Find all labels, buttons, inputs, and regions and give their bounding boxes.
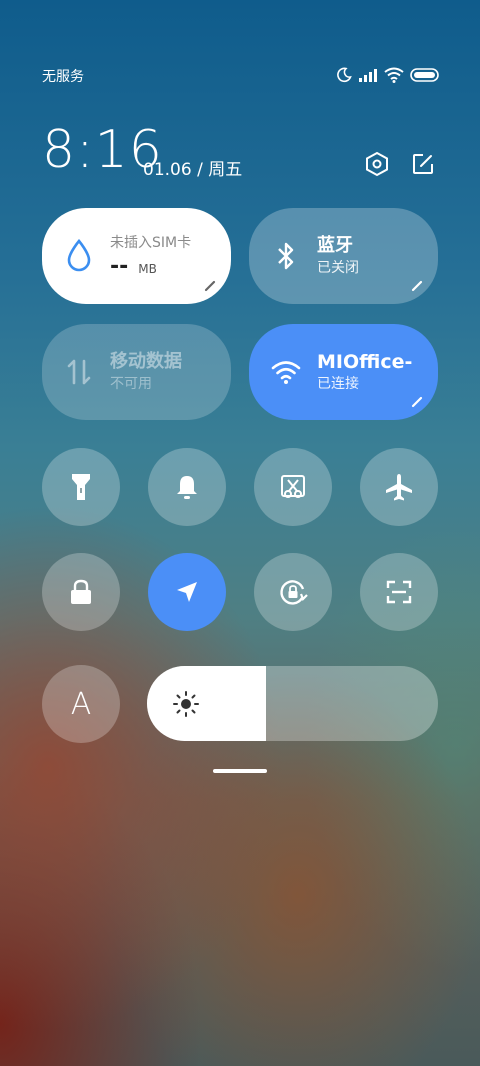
data-arrows-icon bbox=[64, 357, 94, 387]
lock-icon bbox=[71, 579, 91, 604]
flashlight-icon bbox=[72, 474, 90, 500]
scanner-toggle[interactable] bbox=[360, 553, 438, 631]
signal-icon bbox=[359, 69, 377, 82]
bluetooth-title: 蓝牙 bbox=[317, 235, 353, 256]
data-usage-value: -- bbox=[110, 254, 129, 279]
edit-icon bbox=[413, 154, 433, 174]
brightness-slider[interactable] bbox=[147, 666, 438, 741]
screenshot-icon bbox=[281, 475, 305, 498]
pencil-icon bbox=[411, 396, 423, 408]
mobile-data-status: 不可用 bbox=[110, 376, 152, 392]
settings-button[interactable] bbox=[363, 150, 391, 178]
silent-toggle[interactable] bbox=[148, 448, 226, 526]
mobile-data-title: 移动数据 bbox=[110, 351, 182, 372]
water-drop-icon bbox=[64, 239, 94, 272]
bluetooth-status: 已关闭 bbox=[317, 260, 359, 276]
bell-icon bbox=[177, 476, 197, 499]
rotation-lock-icon bbox=[280, 580, 308, 605]
lock-screen-toggle[interactable] bbox=[42, 553, 120, 631]
moon-icon bbox=[337, 67, 352, 83]
auto-brightness-button[interactable]: A bbox=[42, 665, 120, 743]
flashlight-toggle[interactable] bbox=[42, 448, 120, 526]
edit-panel-button[interactable] bbox=[409, 150, 437, 178]
location-icon bbox=[177, 582, 197, 602]
airplane-toggle[interactable] bbox=[360, 448, 438, 526]
carrier-status: 无服务 bbox=[42, 69, 84, 85]
wifi-status-icon bbox=[384, 67, 404, 83]
pencil-icon bbox=[204, 280, 216, 292]
data-usage-tile[interactable]: 未插入SIM卡 -- MB bbox=[42, 208, 231, 304]
settings-icon bbox=[366, 151, 388, 177]
mobile-data-tile[interactable]: 移动数据 不可用 bbox=[42, 324, 231, 420]
data-usage-unit: MB bbox=[138, 262, 157, 276]
status-icons bbox=[336, 64, 440, 86]
date-weekday: 01.06 / 周五 bbox=[143, 160, 243, 180]
airplane-icon bbox=[386, 474, 412, 501]
auto-brightness-label: A bbox=[70, 686, 92, 722]
brightness-sun-icon bbox=[173, 691, 199, 717]
rotation-lock-toggle[interactable] bbox=[254, 553, 332, 631]
panel-drag-handle[interactable] bbox=[213, 769, 267, 773]
battery-icon bbox=[410, 68, 439, 82]
bluetooth-icon bbox=[271, 241, 301, 271]
location-toggle[interactable] bbox=[148, 553, 226, 631]
sim-status-label: 未插入SIM卡 bbox=[110, 235, 192, 251]
wifi-status: 已连接 bbox=[317, 376, 359, 392]
wifi-icon bbox=[271, 357, 301, 387]
pencil-icon bbox=[411, 280, 423, 292]
brightness-slider-fill bbox=[147, 666, 267, 741]
wifi-network-name: MIOffice- bbox=[317, 351, 413, 373]
scan-icon bbox=[386, 580, 412, 604]
screenshot-toggle[interactable] bbox=[254, 448, 332, 526]
wifi-tile[interactable]: MIOffice- 已连接 bbox=[249, 324, 438, 420]
bluetooth-tile[interactable]: 蓝牙 已关闭 bbox=[249, 208, 438, 304]
